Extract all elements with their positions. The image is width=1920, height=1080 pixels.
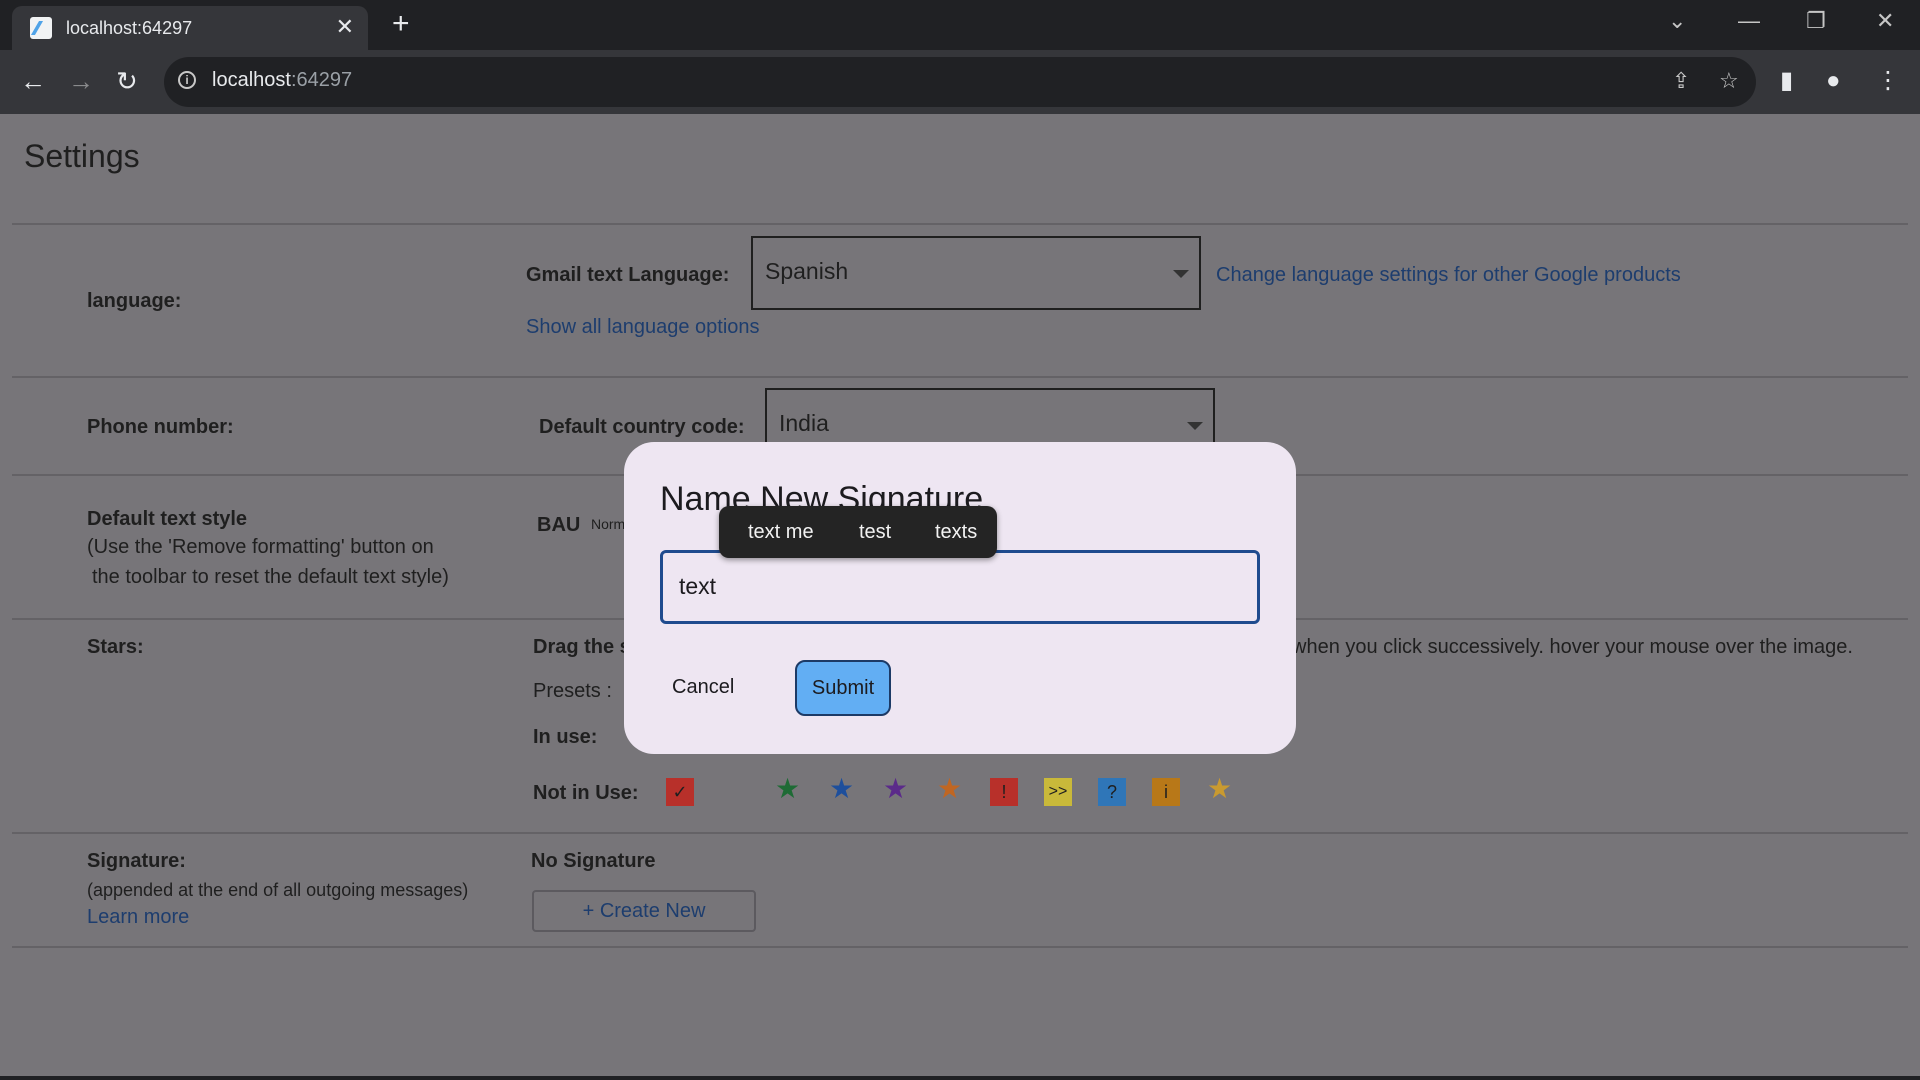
purple-star-icon[interactable]: ★ xyxy=(883,774,908,804)
minimize-icon[interactable]: — xyxy=(1738,8,1760,34)
browser-tab-bar: localhost:64297 ✕ + ⌄ — ❐ ✕ xyxy=(0,0,1920,50)
font-select[interactable]: BAU xyxy=(537,514,580,537)
chevron-down-icon xyxy=(1173,270,1189,278)
bookmark-star-icon[interactable]: ☆ xyxy=(1719,68,1739,94)
language-label: language: xyxy=(87,290,182,312)
text-style-note: (Use the 'Remove formatting' button on xyxy=(87,536,434,558)
name-signature-dialog: Name New Signature text Cancel Submit xyxy=(624,442,1296,754)
forward-icon[interactable]: → xyxy=(68,66,94,96)
country-selected: India xyxy=(779,410,829,436)
divider xyxy=(12,946,1908,948)
signature-status: No Signature xyxy=(531,850,656,872)
stars-label: Stars: xyxy=(87,636,144,658)
text-style-note: the toolbar to reset the default text st… xyxy=(92,566,449,588)
stars-drag-text-end: when you click successively. hover your … xyxy=(1292,636,1853,658)
side-panel-icon[interactable]: ▮ xyxy=(1780,67,1793,95)
restore-icon[interactable]: ❐ xyxy=(1806,8,1826,34)
size-select[interactable]: Norm xyxy=(591,516,625,532)
submit-button[interactable]: Submit xyxy=(795,660,891,716)
other-products-link[interactable]: Change language settings for other Googl… xyxy=(1216,264,1681,287)
chevron-down-icon xyxy=(1187,422,1203,430)
yellow-arrows-icon[interactable]: >> xyxy=(1044,778,1072,806)
page-title: Settings xyxy=(24,138,140,174)
share-icon[interactable]: ⇪ xyxy=(1672,68,1690,94)
signature-name-value: text xyxy=(679,573,717,599)
cancel-button[interactable]: Cancel xyxy=(672,676,734,699)
learn-more-link[interactable]: Learn more xyxy=(87,906,189,929)
blue-question-icon[interactable]: ? xyxy=(1098,778,1126,806)
country-code-label: Default country code: xyxy=(539,416,745,438)
in-use-label: In use: xyxy=(533,726,598,748)
red-check-icon[interactable]: ✓ xyxy=(666,778,694,806)
browser-tab[interactable]: localhost:64297 ✕ xyxy=(12,6,368,50)
suggestion-item[interactable]: text me xyxy=(748,521,814,544)
new-tab-button[interactable]: + xyxy=(392,8,410,40)
reload-icon[interactable]: ↻ xyxy=(116,66,138,96)
divider xyxy=(12,832,1908,834)
language-selected: Spanish xyxy=(765,258,849,284)
signature-label: Signature: xyxy=(87,850,186,872)
window-close-icon[interactable]: ✕ xyxy=(1876,8,1894,34)
text-style-label: Default text style xyxy=(87,508,248,530)
show-all-languages-link[interactable]: Show all language options xyxy=(526,316,760,339)
stars-drag-text: Drag the s xyxy=(533,636,631,658)
url-text[interactable]: localhost:64297 xyxy=(212,69,352,92)
tab-close-icon[interactable]: ✕ xyxy=(336,14,354,40)
suggestion-item[interactable]: texts xyxy=(935,521,977,544)
signature-note: (appended at the end of all outgoing mes… xyxy=(87,880,469,900)
url-host: localhost xyxy=(212,69,291,91)
create-new-signature-button[interactable]: + Create New xyxy=(532,890,756,932)
orange-star-icon[interactable]: ★ xyxy=(937,774,962,804)
back-icon[interactable]: ← xyxy=(20,66,46,96)
tab-title: localhost:64297 xyxy=(66,18,193,38)
browser-menu-icon[interactable]: ⋮ xyxy=(1876,67,1900,95)
bottom-edge xyxy=(0,1076,1920,1080)
suggestion-item[interactable]: test xyxy=(859,521,891,544)
url-port: :64297 xyxy=(290,69,353,91)
gold-star-icon[interactable]: ★ xyxy=(1207,774,1232,804)
divider xyxy=(12,223,1908,225)
red-bang-icon[interactable]: ! xyxy=(990,778,1018,806)
flutter-favicon-icon xyxy=(30,17,52,39)
phone-label: Phone number: xyxy=(87,416,234,438)
green-star-icon[interactable]: ★ xyxy=(775,774,800,804)
address-bar[interactable]: i localhost:64297 ⇪ ☆ xyxy=(164,57,1756,107)
presets-label: Presets : xyxy=(533,680,612,702)
autocomplete-suggestions: text me test texts xyxy=(719,506,997,558)
language-select[interactable]: Spanish xyxy=(751,236,1201,310)
blue-star-icon[interactable]: ★ xyxy=(829,774,854,804)
orange-info-icon[interactable]: i xyxy=(1152,778,1180,806)
divider xyxy=(12,376,1908,378)
profile-avatar-icon[interactable]: ● xyxy=(1826,67,1841,95)
tab-search-icon[interactable]: ⌄ xyxy=(1668,8,1686,34)
site-info-icon[interactable]: i xyxy=(178,71,196,89)
browser-toolbar: ← → ↻ i localhost:64297 ⇪ ☆ ▮ ● ⋮ xyxy=(0,50,1920,114)
gmail-language-label: Gmail text Language: xyxy=(526,264,730,286)
signature-name-input[interactable]: text xyxy=(660,550,1260,624)
not-in-use-label: Not in Use: xyxy=(533,782,639,804)
